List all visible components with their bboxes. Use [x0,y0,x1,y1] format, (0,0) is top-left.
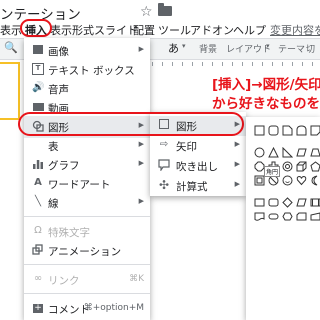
donut-shape-icon[interactable] [282,161,293,172]
menu-item-label: 画像 [48,46,69,58]
shape-palette [246,117,320,320]
heart-shape-icon[interactable] [296,175,307,186]
shortcut-label: ⌘+option+M [83,303,144,313]
menu-item-link[interactable]: ∞ リンク ⌘K [24,269,150,291]
chevron-right-icon: ▶ [138,159,144,167]
menu-help[interactable]: ヘルプ [233,22,266,38]
annotation-line-2: から好きなものを [212,96,320,112]
triangle-shape-icon[interactable] [268,147,279,158]
rectangle-shape-icon[interactable] [254,125,265,136]
menu-divider [24,216,150,217]
last-edit-link[interactable]: 変更内容をす [270,22,320,38]
wordart-icon: A [34,177,42,188]
annotation-line-1: [挿入]→図形/矢印 [212,77,320,93]
transition-button[interactable]: 切 [306,42,315,55]
submenu-item-label: 吹き出し [176,161,218,173]
flowchart-document-shape-icon[interactable] [254,211,265,222]
zoom-icon[interactable]: 🔍 [4,41,18,54]
chevron-right-icon: ▶ [234,140,240,148]
menu-item-label: 線 [48,198,59,210]
flowchart-decision-shape-icon[interactable] [282,197,293,208]
font-sample[interactable]: あ [168,40,179,56]
flowchart-data-shape-icon[interactable] [296,197,307,208]
ruler [148,62,320,70]
flowchart-terminator-shape-icon[interactable] [268,211,279,222]
menu-divider [24,293,150,294]
chevron-right-icon: ▶ [138,197,144,205]
background-button[interactable]: 背景 [199,42,217,55]
image-icon [32,44,44,56]
insert-highlight-oval [20,19,52,37]
shape-tooltip: 角円 [264,166,281,177]
menu-view[interactable]: 表示 [0,22,22,38]
parallelogram-shape-icon[interactable] [296,147,307,158]
flowchart-alt-process-shape-icon[interactable] [268,197,279,208]
textbox-icon: T [32,63,44,75]
menu-item-label: ワードアート [48,179,111,191]
menu-slide[interactable]: スライド [94,22,138,38]
shape-highlight-rect [18,112,244,136]
menu-item-label: グラフ [48,160,80,172]
animation-icon [32,244,44,256]
moon-shape-icon[interactable] [310,175,320,186]
callout-icon [158,159,170,172]
flowchart-manual-input-shape-icon[interactable] [310,211,320,222]
shortcut-label: ⌘K [129,274,144,284]
menu-item-label: アニメーション [48,246,122,258]
submenu-item-label: 矢印 [176,141,197,153]
pentagon-shape-icon[interactable] [310,161,320,172]
menu-item-animation[interactable]: アニメーション [24,240,150,262]
chart-icon [32,158,44,170]
submenu-item-callouts[interactable]: 吹き出し ▶ [150,156,246,176]
rounded-rectangle-shape-icon[interactable] [268,125,279,136]
menu-item-comment[interactable]: + コメント ⌘+option+M [24,298,150,320]
layout-button[interactable]: レイアウト [226,42,271,55]
right-triangle-shape-icon[interactable] [282,147,293,158]
audio-icon: 🔊 [32,82,45,93]
trapezoid-shape-icon[interactable] [310,147,320,158]
arrow-icon: ⇨ [159,139,169,150]
line-icon: ╲ [34,196,42,207]
menu-addons[interactable]: アドオン [190,22,234,38]
cube-shape-icon[interactable] [296,161,307,172]
snip-rectangle-shape-icon[interactable] [282,125,293,136]
theme-button[interactable]: テーマ [278,42,305,55]
smiley-shape-icon[interactable] [282,175,293,186]
link-icon: ∞ [33,273,43,284]
menu-item-label: リンク [48,275,80,287]
folder-icon[interactable] [158,3,172,16]
star-icon[interactable]: ☆ [140,4,153,20]
submenu-item-arrows[interactable]: ⇨ 矢印 ▶ [150,136,246,156]
flowchart-card-shape-icon[interactable] [296,211,307,222]
submenu-item-label: 計算式 [176,181,208,193]
chevron-right-icon: ▶ [138,45,144,53]
chevron-right-icon: ▶ [234,160,240,168]
snip-corner-shape-icon[interactable] [310,125,320,136]
menu-item-line[interactable]: ╲ 線 ▶ [24,192,150,214]
menu-divider [24,264,150,265]
round-top-rectangle-shape-icon[interactable] [296,125,307,136]
plus-icon: ✣ [158,178,170,192]
menu-arrange[interactable]: 配置 [133,22,155,38]
chevron-right-icon: ▶ [138,140,144,148]
chevron-down-icon[interactable]: ▾ [182,42,186,50]
chevron-right-icon: ▶ [234,180,240,188]
comment-icon: + [33,303,43,313]
insert-menu: 画像 ▶ T テキスト ボックス 🔊 音声 動画 図形 ▶ 表 ▶ グラフ ▶ … [24,38,150,320]
menu-item-label: 音声 [48,84,69,96]
slide-thumbnail[interactable] [0,62,20,120]
menu-item-label: 特殊文字 [48,227,90,239]
flowchart-predefined-shape-icon[interactable] [310,197,320,208]
menu-item-label: テキスト ボックス [48,65,135,77]
ellipse-shape-icon[interactable] [254,147,265,158]
menu-item-label: 表 [48,141,59,153]
flowchart-process-shape-icon[interactable] [254,197,265,208]
chevron-down-icon[interactable]: ▾ [266,42,270,50]
omega-icon: Ω [34,225,42,236]
menu-format[interactable]: 表示形式 [50,22,94,38]
submenu-item-equations[interactable]: ✣ 計算式 ▶ [150,176,246,196]
flowchart-hexagon-shape-icon[interactable] [282,211,293,222]
menu-tools[interactable]: ツール [158,22,191,38]
